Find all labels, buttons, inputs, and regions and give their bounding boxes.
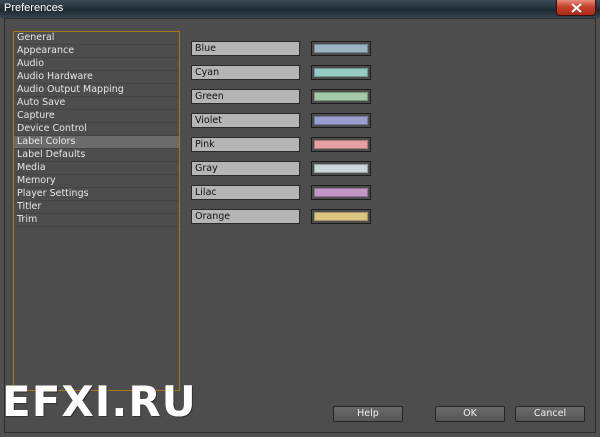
category-item[interactable]: Player Settings xyxy=(14,188,179,201)
swatch-fill xyxy=(314,188,368,197)
swatch-fill xyxy=(314,44,368,53)
label-name-field[interactable]: Green xyxy=(191,89,300,104)
title-bar[interactable]: Preferences xyxy=(0,0,600,18)
swatch-fill xyxy=(314,140,368,149)
label-color-swatch[interactable] xyxy=(311,209,371,224)
window-title: Preferences xyxy=(4,2,64,14)
label-name-field[interactable]: Pink xyxy=(191,137,300,152)
category-item[interactable]: Audio xyxy=(14,58,179,71)
label-color-row: Cyan xyxy=(191,65,371,81)
ok-button[interactable]: OK xyxy=(435,406,505,422)
label-color-swatch[interactable] xyxy=(311,41,371,56)
category-item[interactable]: Capture xyxy=(14,110,179,123)
label-name-field[interactable]: Orange xyxy=(191,209,300,224)
category-item[interactable]: Label Defaults xyxy=(14,149,179,162)
label-color-swatch[interactable] xyxy=(311,113,371,128)
swatch-fill xyxy=(314,116,368,125)
swatch-fill xyxy=(314,68,368,77)
category-item[interactable]: Memory xyxy=(14,175,179,188)
label-color-row: Pink xyxy=(191,137,371,153)
label-name-field[interactable]: Blue xyxy=(191,41,300,56)
label-name-field[interactable]: Gray xyxy=(191,161,300,176)
label-color-swatch[interactable] xyxy=(311,65,371,80)
swatch-fill xyxy=(314,212,368,221)
label-color-swatch[interactable] xyxy=(311,185,371,200)
label-name-field[interactable]: Cyan xyxy=(191,65,300,80)
label-color-swatch[interactable] xyxy=(311,161,371,176)
label-color-row: Gray xyxy=(191,161,371,177)
label-name-field[interactable]: Violet xyxy=(191,113,300,128)
watermark: EFXI.RU xyxy=(2,377,197,426)
preferences-window: Preferences General Appearance Audio Audio … xyxy=(0,0,600,437)
close-button[interactable] xyxy=(556,0,596,16)
swatch-fill xyxy=(314,164,368,173)
category-item[interactable]: Trim xyxy=(14,214,179,227)
category-item[interactable]: Auto Save xyxy=(14,97,179,110)
category-item[interactable]: Media xyxy=(14,162,179,175)
close-icon xyxy=(571,3,582,13)
label-color-row: Lilac xyxy=(191,185,371,201)
category-item[interactable]: General xyxy=(14,32,179,45)
category-item[interactable]: Device Control xyxy=(14,123,179,136)
swatch-fill xyxy=(314,92,368,101)
label-color-swatch[interactable] xyxy=(311,137,371,152)
label-color-row: Orange xyxy=(191,209,371,225)
category-item[interactable]: Audio Hardware xyxy=(14,71,179,84)
help-button[interactable]: Help xyxy=(333,406,403,422)
label-color-row: Blue xyxy=(191,41,371,57)
label-color-row: Green xyxy=(191,89,371,105)
category-list: General Appearance Audio Audio Hardware Audi… xyxy=(13,31,180,391)
cancel-button[interactable]: Cancel xyxy=(515,406,585,422)
category-item[interactable]: Titler xyxy=(14,201,179,214)
label-color-swatch[interactable] xyxy=(311,89,371,104)
label-name-field[interactable]: Lilac xyxy=(191,185,300,200)
category-item[interactable]: Appearance xyxy=(14,45,179,58)
category-item[interactable]: Label Colors xyxy=(14,136,179,149)
category-item[interactable]: Audio Output Mapping xyxy=(14,84,179,97)
label-color-row: Violet xyxy=(191,113,371,129)
